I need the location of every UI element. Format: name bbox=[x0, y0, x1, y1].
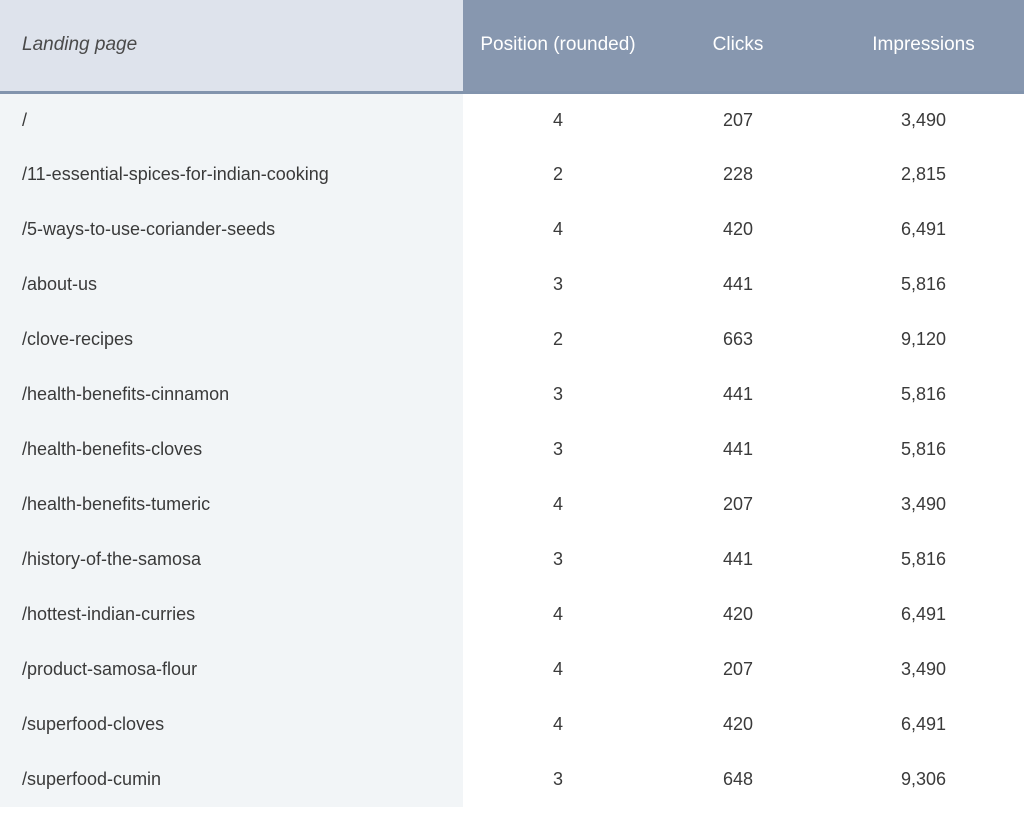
cell-landing-page: /about-us bbox=[0, 257, 463, 312]
cell-position: 3 bbox=[463, 752, 653, 807]
cell-position: 4 bbox=[463, 202, 653, 257]
header-impressions: Impressions bbox=[823, 0, 1024, 92]
cell-impressions: 6,491 bbox=[823, 587, 1024, 642]
cell-clicks: 441 bbox=[653, 367, 823, 422]
table-row: /history-of-the-samosa34415,816 bbox=[0, 532, 1024, 587]
cell-position: 3 bbox=[463, 422, 653, 477]
cell-impressions: 5,816 bbox=[823, 257, 1024, 312]
table-row: /about-us34415,816 bbox=[0, 257, 1024, 312]
cell-landing-page: /health-benefits-tumeric bbox=[0, 477, 463, 532]
cell-impressions: 5,816 bbox=[823, 422, 1024, 477]
cell-landing-page: /product-samosa-flour bbox=[0, 642, 463, 697]
header-clicks: Clicks bbox=[653, 0, 823, 92]
header-position: Position (rounded) bbox=[463, 0, 653, 92]
cell-landing-page: /clove-recipes bbox=[0, 312, 463, 367]
cell-clicks: 207 bbox=[653, 477, 823, 532]
cell-position: 3 bbox=[463, 367, 653, 422]
cell-impressions: 3,490 bbox=[823, 477, 1024, 532]
table-row: /superfood-cloves44206,491 bbox=[0, 697, 1024, 752]
cell-landing-page: /11-essential-spices-for-indian-cooking bbox=[0, 147, 463, 202]
cell-clicks: 648 bbox=[653, 752, 823, 807]
data-table: Landing page Position (rounded) Clicks I… bbox=[0, 0, 1024, 807]
cell-landing-page: /history-of-the-samosa bbox=[0, 532, 463, 587]
cell-landing-page: /health-benefits-cloves bbox=[0, 422, 463, 477]
cell-landing-page: /5-ways-to-use-coriander-seeds bbox=[0, 202, 463, 257]
cell-clicks: 441 bbox=[653, 257, 823, 312]
cell-impressions: 9,120 bbox=[823, 312, 1024, 367]
cell-clicks: 663 bbox=[653, 312, 823, 367]
table-row: /clove-recipes26639,120 bbox=[0, 312, 1024, 367]
table-row: /superfood-cumin36489,306 bbox=[0, 752, 1024, 807]
cell-position: 3 bbox=[463, 532, 653, 587]
cell-impressions: 2,815 bbox=[823, 147, 1024, 202]
cell-landing-page: /hottest-indian-curries bbox=[0, 587, 463, 642]
cell-clicks: 420 bbox=[653, 587, 823, 642]
cell-landing-page: /health-benefits-cinnamon bbox=[0, 367, 463, 422]
cell-clicks: 441 bbox=[653, 422, 823, 477]
table-header-row: Landing page Position (rounded) Clicks I… bbox=[0, 0, 1024, 92]
cell-clicks: 420 bbox=[653, 202, 823, 257]
cell-position: 2 bbox=[463, 312, 653, 367]
cell-landing-page: /superfood-cumin bbox=[0, 752, 463, 807]
cell-clicks: 207 bbox=[653, 642, 823, 697]
table-body: /42073,490/11-essential-spices-for-india… bbox=[0, 92, 1024, 807]
cell-landing-page: /superfood-cloves bbox=[0, 697, 463, 752]
cell-position: 3 bbox=[463, 257, 653, 312]
table-row: /42073,490 bbox=[0, 92, 1024, 147]
cell-impressions: 3,490 bbox=[823, 92, 1024, 147]
cell-impressions: 5,816 bbox=[823, 532, 1024, 587]
cell-clicks: 420 bbox=[653, 697, 823, 752]
table-row: /health-benefits-tumeric42073,490 bbox=[0, 477, 1024, 532]
header-landing-page: Landing page bbox=[0, 0, 463, 92]
table-row: /product-samosa-flour42073,490 bbox=[0, 642, 1024, 697]
cell-impressions: 6,491 bbox=[823, 697, 1024, 752]
table-row: /11-essential-spices-for-indian-cooking2… bbox=[0, 147, 1024, 202]
cell-landing-page: / bbox=[0, 92, 463, 147]
cell-impressions: 9,306 bbox=[823, 752, 1024, 807]
cell-position: 4 bbox=[463, 697, 653, 752]
cell-position: 4 bbox=[463, 642, 653, 697]
cell-position: 2 bbox=[463, 147, 653, 202]
table-row: /health-benefits-cinnamon34415,816 bbox=[0, 367, 1024, 422]
cell-position: 4 bbox=[463, 92, 653, 147]
cell-position: 4 bbox=[463, 587, 653, 642]
cell-impressions: 5,816 bbox=[823, 367, 1024, 422]
table-row: /5-ways-to-use-coriander-seeds44206,491 bbox=[0, 202, 1024, 257]
cell-clicks: 441 bbox=[653, 532, 823, 587]
cell-clicks: 207 bbox=[653, 92, 823, 147]
cell-impressions: 3,490 bbox=[823, 642, 1024, 697]
cell-impressions: 6,491 bbox=[823, 202, 1024, 257]
cell-clicks: 228 bbox=[653, 147, 823, 202]
table-row: /health-benefits-cloves34415,816 bbox=[0, 422, 1024, 477]
table-row: /hottest-indian-curries44206,491 bbox=[0, 587, 1024, 642]
cell-position: 4 bbox=[463, 477, 653, 532]
